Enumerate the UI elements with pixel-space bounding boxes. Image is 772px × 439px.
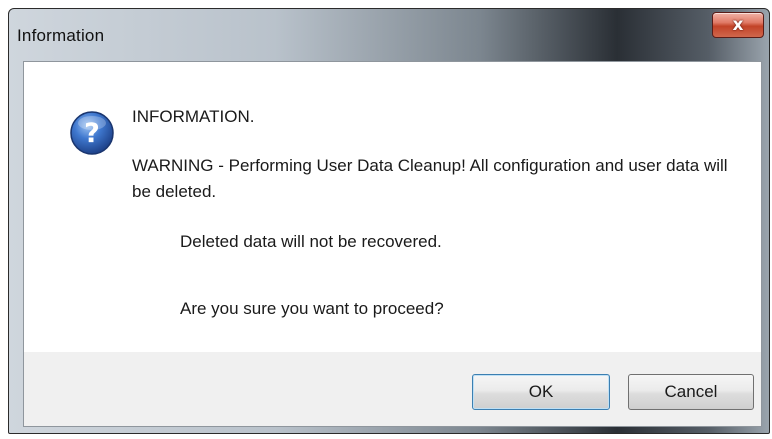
- information-dialog: Information x ? INFORMATION. WARNING - P: [8, 8, 770, 434]
- cancel-button[interactable]: Cancel: [628, 374, 754, 410]
- message-heading: INFORMATION.: [132, 107, 255, 126]
- detail-text: Deleted data will not be recovered.: [180, 232, 442, 251]
- window-title: Information: [17, 26, 105, 45]
- svg-text:?: ?: [84, 118, 100, 149]
- close-button[interactable]: x: [712, 12, 764, 38]
- close-icon: x: [732, 14, 744, 35]
- message-area: ? INFORMATION. WARNING - Performing User…: [24, 62, 761, 352]
- warning-text: WARNING - Performing User Data Cleanup! …: [132, 156, 728, 201]
- title-bar[interactable]: Information x: [9, 9, 769, 61]
- question-icon: ?: [70, 111, 114, 155]
- confirm-question: Are you sure you want to proceed?: [180, 299, 444, 318]
- ok-button[interactable]: OK: [472, 374, 610, 410]
- dialog-client-area: ? INFORMATION. WARNING - Performing User…: [23, 61, 762, 427]
